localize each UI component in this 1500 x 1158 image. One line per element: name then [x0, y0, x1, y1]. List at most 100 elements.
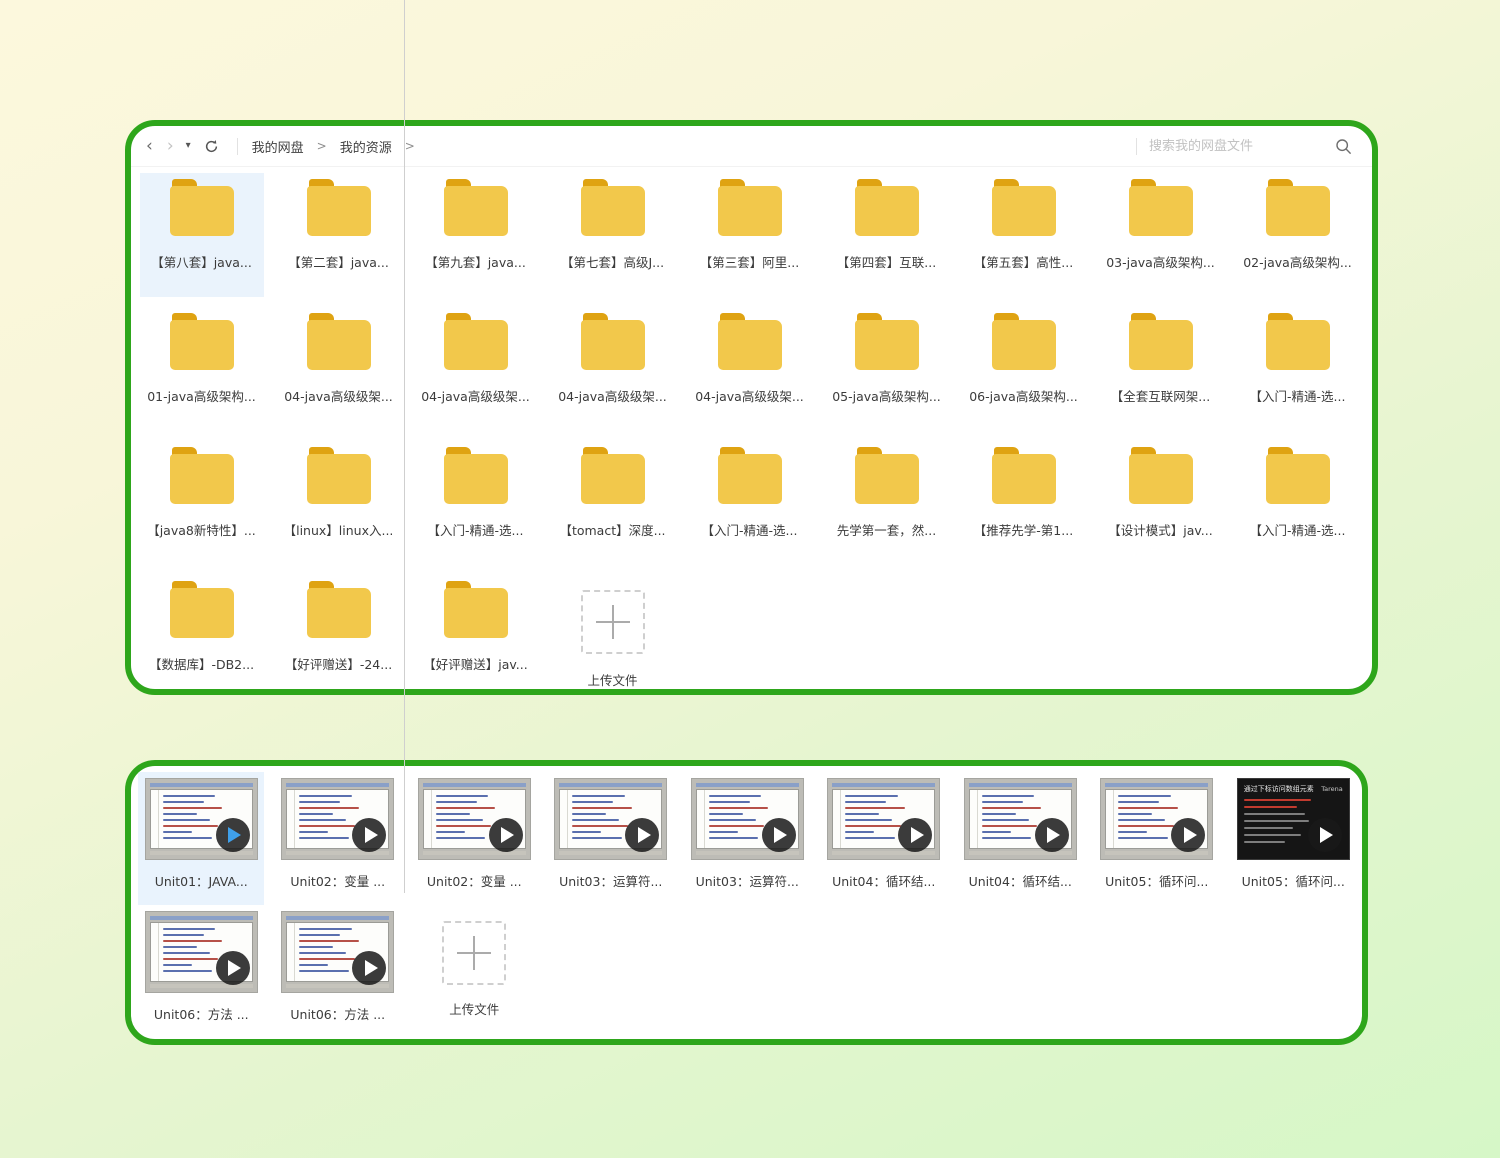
search-icon[interactable] — [1331, 138, 1356, 155]
folder-label: 【第二套】java... — [288, 255, 389, 270]
folder-icon — [306, 581, 371, 638]
folder-item[interactable]: 【数据库】-DB2... — [140, 575, 264, 689]
video-thumbnail — [1100, 778, 1214, 860]
play-icon[interactable] — [1307, 818, 1342, 852]
video-thumbnail — [281, 911, 395, 993]
breadcrumb-my-drive[interactable]: 我的网盘 — [252, 137, 304, 156]
folder-item[interactable]: 【好评赠送】jav... — [414, 575, 538, 689]
folder-icon — [1128, 313, 1193, 370]
folder-label: 【第八套】java... — [151, 255, 252, 270]
folder-item[interactable]: 【入门-精通-选... — [1236, 441, 1360, 565]
folder-label: 【数据库】-DB2... — [148, 657, 255, 672]
video-item[interactable]: Unit03：运算符... — [548, 772, 674, 905]
folder-item[interactable]: 【第七套】高级J... — [551, 173, 675, 297]
folder-item[interactable]: 【tomact】深度... — [551, 441, 675, 565]
video-item[interactable]: Unit02：变量 ... — [411, 772, 537, 905]
video-item[interactable]: Unit02：变量 ... — [275, 772, 401, 905]
folder-item[interactable]: 【第三套】阿里... — [688, 173, 812, 297]
video-item[interactable]: Unit03：运算符... — [684, 772, 810, 905]
play-icon[interactable] — [352, 818, 387, 852]
folder-item[interactable]: 04-java高级级架... — [277, 307, 401, 431]
video-item[interactable]: Unit01：JAVA... — [138, 772, 265, 905]
folder-label: 【推荐先学-第1... — [973, 523, 1074, 538]
folder-label: 04-java高级级架... — [284, 389, 393, 404]
folder-item[interactable]: 04-java高级级架... — [551, 307, 675, 431]
play-icon[interactable] — [1034, 818, 1069, 852]
video-thumbnail: 通过下标访问数组元素 Tarena — [1236, 778, 1350, 860]
play-icon[interactable] — [488, 818, 523, 852]
folder-item[interactable]: 【linux】linux入... — [277, 441, 401, 565]
folder-item[interactable]: 【第五套】高性... — [962, 173, 1086, 297]
play-icon[interactable] — [898, 818, 933, 852]
folder-item[interactable]: 04-java高级级架... — [688, 307, 812, 431]
folder-item[interactable]: 03-java高级架构... — [1099, 173, 1223, 297]
play-icon[interactable] — [761, 818, 796, 852]
video-label: Unit03：运算符... — [695, 874, 799, 889]
folder-label: 03-java高级架构... — [1106, 255, 1215, 270]
folder-icon — [854, 179, 919, 236]
video-item[interactable]: Unit05：循环问... — [1094, 772, 1220, 905]
video-item[interactable]: 通过下标访问数组元素 Tarena Unit05：循环问... — [1230, 772, 1356, 905]
play-icon[interactable] — [1171, 818, 1206, 852]
folder-label: 06-java高级架构... — [969, 389, 1078, 404]
video-thumbnail — [827, 778, 941, 860]
folder-item[interactable]: 【推荐先学-第1... — [962, 441, 1086, 565]
folder-item[interactable]: 04-java高级级架... — [414, 307, 538, 431]
netdisk-folder-panel: ‹ › ▾ 我的网盘 > 我的资源 > 【第八套】java... 【第二套】jav… — [125, 120, 1378, 695]
folder-item[interactable]: 【入门-精通-选... — [414, 441, 538, 565]
video-item[interactable]: Unit04：循环结... — [821, 772, 947, 905]
folder-item[interactable]: 【好评赠送】-24... — [277, 575, 401, 689]
video-label: Unit05：循环问... — [1105, 874, 1209, 889]
refresh-icon[interactable] — [196, 139, 227, 154]
folder-item[interactable]: 02-java高级架构... — [1236, 173, 1360, 297]
folder-item[interactable]: 【第四套】互联... — [825, 173, 949, 297]
folder-icon — [443, 179, 508, 236]
folder-item[interactable]: 05-java高级架构... — [825, 307, 949, 431]
play-icon[interactable] — [625, 818, 660, 852]
folder-label: 05-java高级架构... — [832, 389, 941, 404]
folder-item[interactable]: 【全套互联网架... — [1099, 307, 1223, 431]
video-thumbnail — [417, 778, 531, 860]
video-item[interactable]: Unit06：方法 ... — [138, 905, 264, 1038]
folder-label: 02-java高级架构... — [1243, 255, 1352, 270]
folder-item[interactable]: 【第二套】java... — [277, 173, 401, 297]
slide-logo: Tarena — [1321, 785, 1343, 793]
folder-item[interactable]: 【第九套】java... — [414, 173, 538, 297]
folder-item[interactable]: 【java8新特性】... — [140, 441, 264, 565]
folder-item[interactable]: 【第八套】java... — [139, 173, 264, 297]
search-input[interactable] — [1147, 137, 1331, 155]
video-thumbnail — [963, 778, 1077, 860]
back-icon[interactable]: ‹ — [139, 137, 160, 155]
folder-icon — [717, 179, 782, 236]
folder-item[interactable]: 【入门-精通-选... — [688, 441, 812, 565]
play-icon[interactable] — [215, 818, 250, 852]
folder-item[interactable]: 06-java高级架构... — [962, 307, 1086, 431]
column-separator-line — [404, 0, 405, 893]
video-label: Unit02：变量 ... — [290, 874, 386, 889]
play-icon[interactable] — [215, 951, 250, 985]
folder-item[interactable]: 【设计模式】jav... — [1099, 441, 1223, 565]
folder-label: 【第九套】java... — [425, 255, 526, 270]
folder-icon — [169, 447, 234, 504]
video-item[interactable]: Unit04：循环结... — [957, 772, 1083, 905]
breadcrumb-my-resources[interactable]: 我的资源 — [340, 137, 392, 156]
folder-label: 【第四套】互联... — [836, 255, 937, 270]
folder-icon — [306, 313, 371, 370]
plus-icon — [442, 921, 507, 985]
folder-item[interactable]: 先学第一套，然... — [825, 441, 949, 565]
folder-icon — [169, 179, 234, 236]
folder-item[interactable]: 【入门-精通-选... — [1236, 307, 1360, 431]
video-thumbnail — [144, 911, 258, 993]
video-item[interactable]: Unit06：方法 ... — [275, 905, 401, 1038]
folder-label: 【第七套】高级J... — [560, 255, 665, 270]
folder-item[interactable]: 01-java高级架构... — [140, 307, 264, 431]
history-dropdown-icon[interactable]: ▾ — [181, 141, 196, 151]
upload-file-tile[interactable]: 上传文件 — [411, 905, 537, 1038]
folder-icon — [443, 447, 508, 504]
play-icon[interactable] — [352, 951, 387, 985]
folder-label: 【设计模式】jav... — [1108, 523, 1213, 538]
forward-icon[interactable]: › — [160, 137, 181, 155]
upload-file-tile[interactable]: 上传文件 — [551, 575, 675, 689]
folder-icon — [1128, 179, 1193, 236]
upload-label: 上传文件 — [449, 1002, 500, 1017]
